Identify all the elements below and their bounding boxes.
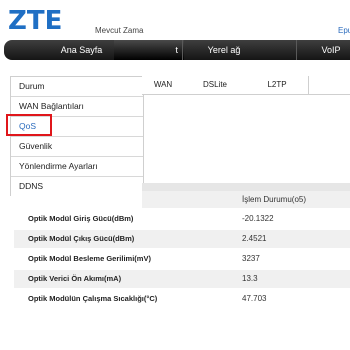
table-row: Optik Verici Ön Akımı(mA) 13.3 — [14, 270, 350, 288]
tab-dslite[interactable]: DSLite — [184, 76, 247, 94]
status-column-header: İşlem Durumu(o5) — [242, 195, 307, 204]
wan-tab-bar: WAN DSLite L2TP — [142, 76, 350, 95]
row-value: 47.703 — [242, 294, 267, 303]
row-param-label: Optik Verici Ön Akımı(mA) — [28, 274, 122, 283]
tab-wan[interactable]: WAN — [142, 76, 185, 94]
top-right-link[interactable]: Epu — [338, 26, 350, 35]
sidebar-item-guvenlik[interactable]: Güvenlik — [11, 137, 143, 157]
row-param-label: Optik Modül Çıkış Gücü(dBm) — [28, 234, 135, 243]
table-row: Optik Modülün Çalışma Sıcaklığı(°C) 47.7… — [14, 290, 350, 308]
row-param-label: Optik Modül Giriş Gücü(dBm) — [28, 214, 134, 223]
row-value: 13.3 — [242, 274, 258, 283]
nav-network-active[interactable]: t — [114, 40, 184, 60]
sidebar-item-yonlendirme-ayarlari[interactable]: Yönlendirme Ayarları — [11, 157, 143, 177]
nav-separator — [296, 40, 297, 60]
row-value: -20.1322 — [242, 214, 274, 223]
table-row: Optik Modül Giriş Gücü(dBm) -20.1322 — [14, 210, 350, 228]
table-row: Optik Modül Çıkış Gücü(dBm) 2.4521 — [14, 230, 350, 248]
row-value: 2.4521 — [242, 234, 267, 243]
current-time-label: Mevcut Zama — [95, 26, 144, 35]
main-nav-bar: Ana Sayfa t Yerel ağ VoIP — [4, 40, 350, 60]
section-divider — [142, 183, 350, 191]
row-value: 3237 — [242, 254, 260, 263]
tab-l2tp[interactable]: L2TP — [246, 76, 309, 94]
nav-yerel-ag[interactable]: Yerel ağ — [184, 40, 264, 60]
zte-logo: ZTE — [8, 6, 63, 36]
nav-separator — [182, 40, 183, 60]
sidebar-item-qos[interactable]: QoS — [11, 117, 143, 137]
table-row: Optik Modül Besleme Gerilimi(mV) 3237 — [14, 250, 350, 268]
sidebar-item-ddns[interactable]: DDNS — [11, 177, 143, 196]
row-param-label: Optik Modülün Çalışma Sıcaklığı(°C) — [28, 294, 158, 303]
sidebar-item-wan-baglantilari[interactable]: WAN Bağlantıları — [11, 97, 143, 117]
row-param-label: Optik Modül Besleme Gerilimi(mV) — [28, 254, 151, 263]
sidebar-item-durum[interactable]: Durum — [11, 77, 143, 97]
sidebar-menu: Durum WAN Bağlantıları QoS Güvenlik Yönl… — [10, 76, 144, 196]
nav-voip[interactable]: VoIP — [304, 40, 350, 60]
